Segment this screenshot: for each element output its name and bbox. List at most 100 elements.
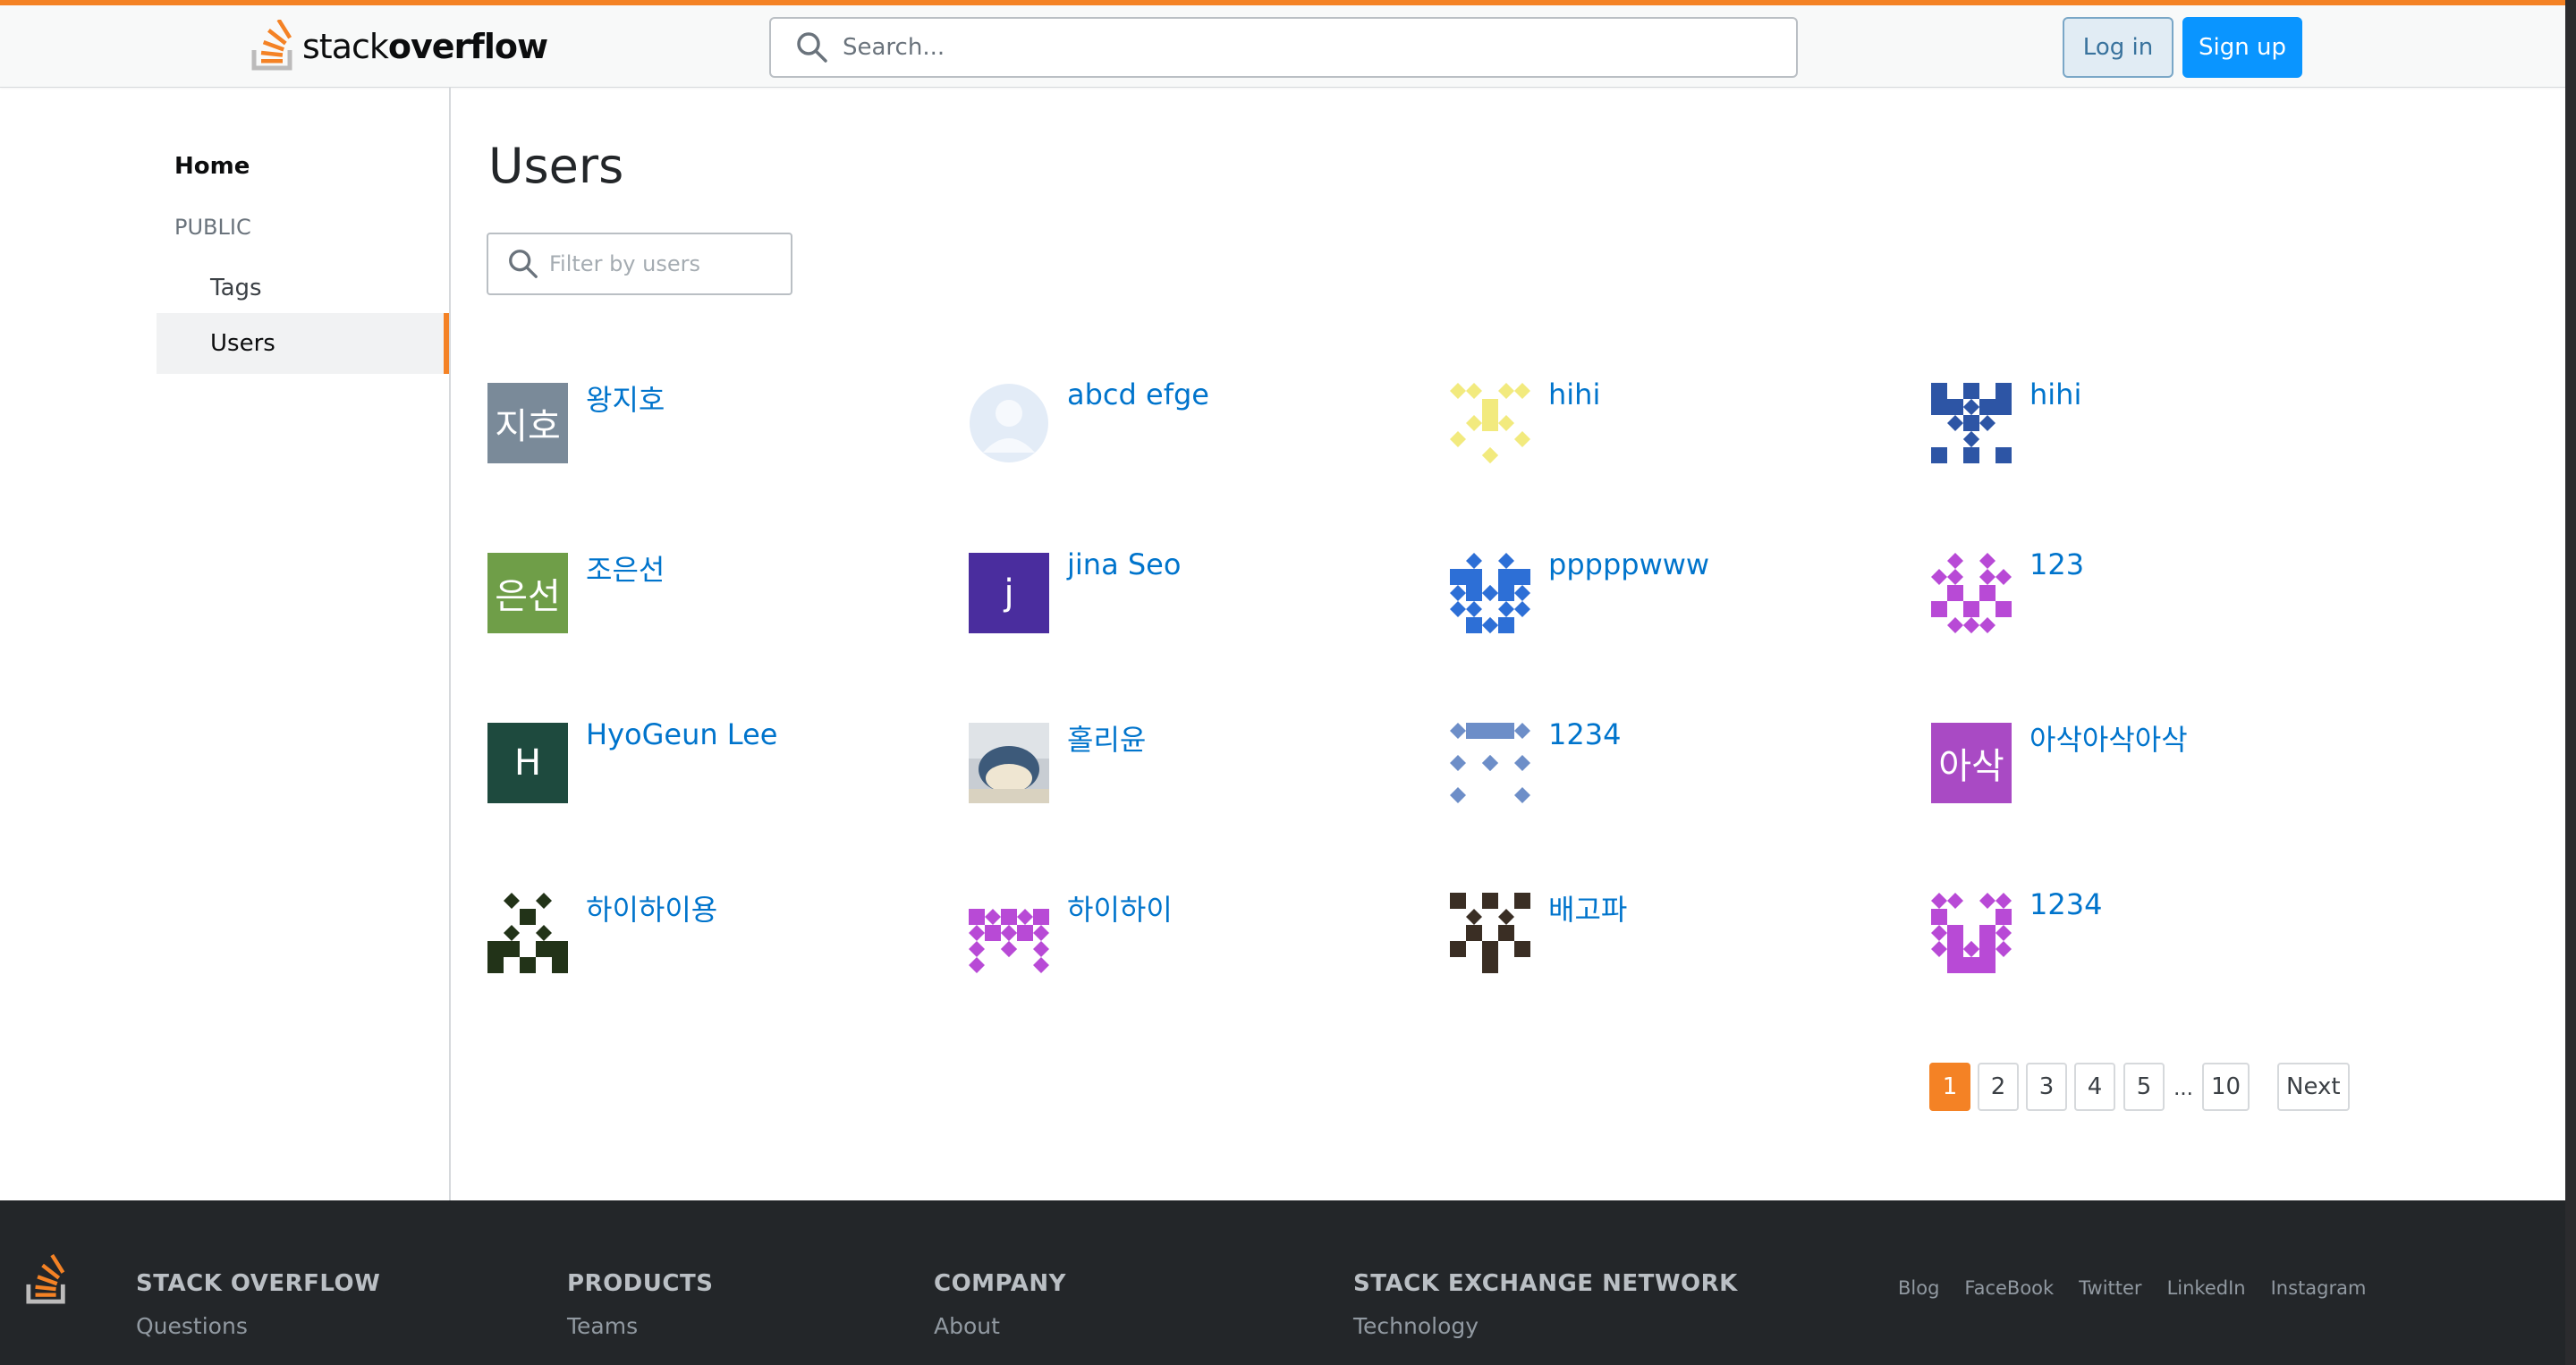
user-avatar[interactable] xyxy=(969,893,1049,973)
stack-overflow-logo-icon[interactable] xyxy=(25,1254,70,1308)
sidebar-item-tags[interactable]: Tags xyxy=(157,258,449,318)
identicon-icon xyxy=(1450,723,1530,803)
user-name-link[interactable]: hihi xyxy=(1548,377,1600,411)
stack-overflow-logo-icon xyxy=(251,20,292,71)
user-photo-icon xyxy=(969,723,1049,803)
footer-link-instagram[interactable]: Instagram xyxy=(2271,1277,2367,1299)
global-search[interactable] xyxy=(769,17,1798,78)
user-card: pppppwww xyxy=(1450,547,1897,642)
identicon-icon xyxy=(969,893,1049,973)
search-icon xyxy=(797,32,827,63)
user-name-link[interactable]: hihi xyxy=(2029,377,2081,411)
footer-link-teams[interactable]: Teams xyxy=(567,1313,713,1339)
sidebar-item-home[interactable]: Home xyxy=(174,136,467,197)
site-footer: STACK OVERFLOW Questions PRODUCTS Teams … xyxy=(0,1200,2565,1365)
user-card: hihi xyxy=(1450,377,1897,472)
footer-heading: COMPANY xyxy=(934,1270,1066,1297)
user-name-link[interactable]: 1234 xyxy=(1548,717,1621,751)
user-card: 지호 왕지호 xyxy=(487,383,935,472)
user-avatar[interactable] xyxy=(969,723,1049,803)
user-avatar[interactable] xyxy=(1450,893,1530,973)
user-avatar[interactable]: H xyxy=(487,723,568,803)
page: stackoverflow Log in Sign up Home PUBLIC… xyxy=(0,0,2565,1365)
user-name-link[interactable]: 하이하이용 xyxy=(586,887,717,928)
user-filter[interactable] xyxy=(487,233,792,295)
user-name-link[interactable]: 아삭아삭아삭 xyxy=(2029,717,2188,759)
footer-link-linkedin[interactable]: LinkedIn xyxy=(2167,1277,2246,1299)
user-name-link[interactable]: 123 xyxy=(2029,547,2084,581)
footer-link-questions[interactable]: Questions xyxy=(136,1313,380,1339)
user-card: 123 xyxy=(1931,547,2378,642)
identicon-icon xyxy=(1931,383,2012,463)
page-3-button[interactable]: 3 xyxy=(2026,1063,2067,1111)
user-card: H HyoGeun Lee xyxy=(487,717,935,812)
user-name-link[interactable]: 조은선 xyxy=(586,547,665,589)
user-card: 배고파 xyxy=(1450,893,1897,982)
window-edge xyxy=(2565,0,2576,1365)
sidebar-item-users[interactable]: Users xyxy=(157,313,449,374)
signup-button[interactable]: Sign up xyxy=(2182,17,2302,78)
user-name-link[interactable]: pppppwww xyxy=(1548,547,1709,581)
user-card: 하이하이용 xyxy=(487,893,935,982)
search-input[interactable] xyxy=(843,34,1782,61)
user-name-link[interactable]: jina Seo xyxy=(1067,547,1181,581)
user-avatar[interactable]: 아삭 xyxy=(1931,723,2012,803)
site-logo[interactable]: stackoverflow xyxy=(250,18,548,75)
user-name-link[interactable]: 왕지호 xyxy=(586,377,665,419)
user-avatar[interactable] xyxy=(1450,553,1530,633)
user-avatar[interactable] xyxy=(487,893,568,973)
user-avatar[interactable] xyxy=(969,383,1049,463)
user-name-link[interactable]: 홀리윤 xyxy=(1067,717,1146,759)
user-avatar[interactable]: j xyxy=(969,553,1049,633)
user-avatar[interactable] xyxy=(1931,553,2012,633)
user-name-link[interactable]: 하이하이 xyxy=(1067,887,1173,928)
identicon-icon xyxy=(1931,553,2012,633)
user-card: abcd efge xyxy=(969,377,1416,472)
sidebar-section-public: PUBLIC xyxy=(174,215,251,240)
footer-link-about[interactable]: About xyxy=(934,1313,1066,1339)
user-card: 홀리윤 xyxy=(969,723,1416,812)
left-sidebar: Home PUBLIC Tags Users xyxy=(0,88,451,1200)
page-10-button[interactable]: 10 xyxy=(2202,1063,2250,1111)
page-1-button[interactable]: 1 xyxy=(1929,1063,1970,1111)
footer-col-products: PRODUCTS Teams xyxy=(567,1270,713,1339)
user-card: 1234 xyxy=(1931,887,2378,982)
footer-link-blog[interactable]: Blog xyxy=(1898,1277,1939,1299)
search-icon xyxy=(509,250,538,278)
footer-link-technology[interactable]: Technology xyxy=(1353,1313,1738,1339)
user-name-link[interactable]: 1234 xyxy=(2029,887,2102,921)
footer-link-facebook[interactable]: FaceBook xyxy=(1964,1277,2054,1299)
top-bar: stackoverflow Log in Sign up xyxy=(0,0,2565,88)
user-name-link[interactable]: HyoGeun Lee xyxy=(586,717,777,751)
user-card: 1234 xyxy=(1450,717,1897,812)
footer-heading: PRODUCTS xyxy=(567,1270,714,1297)
login-button[interactable]: Log in xyxy=(2063,17,2174,78)
page-2-button[interactable]: 2 xyxy=(1978,1063,2019,1111)
user-name-link[interactable]: abcd efge xyxy=(1067,377,1209,411)
user-avatar[interactable] xyxy=(1450,383,1530,463)
footer-link-twitter[interactable]: Twitter xyxy=(2079,1277,2141,1299)
next-page-button[interactable]: Next xyxy=(2277,1063,2350,1111)
user-avatar[interactable] xyxy=(1931,383,2012,463)
footer-col-stack-exchange: STACK EXCHANGE NETWORK Technology xyxy=(1353,1270,1738,1339)
page-5-button[interactable]: 5 xyxy=(2123,1063,2165,1111)
footer-social-links: Blog FaceBook Twitter LinkedIn Instagram xyxy=(1898,1277,2366,1299)
user-avatar[interactable]: 은선 xyxy=(487,553,568,633)
user-card: 하이하이 xyxy=(969,893,1416,982)
identicon-icon xyxy=(1450,893,1530,973)
logo-text: stackoverflow xyxy=(302,27,548,66)
main-content: Users 지호왕지호 abcd efgehihihihi은선조은선jjina … xyxy=(453,88,2563,1200)
user-avatar[interactable] xyxy=(1450,723,1530,803)
page-4-button[interactable]: 4 xyxy=(2074,1063,2115,1111)
user-avatar[interactable] xyxy=(1931,893,2012,973)
user-card: hihi xyxy=(1931,377,2378,472)
pagination-ellipsis: ... xyxy=(2174,1072,2193,1100)
filter-users-input[interactable] xyxy=(549,251,782,276)
user-name-link[interactable]: 배고파 xyxy=(1548,887,1627,928)
user-card: j jina Seo xyxy=(969,547,1416,642)
page-title: Users xyxy=(488,138,624,194)
identicon-icon xyxy=(1931,893,2012,973)
footer-col-stack-overflow: STACK OVERFLOW Questions xyxy=(136,1270,380,1339)
footer-col-company: COMPANY About xyxy=(934,1270,1066,1339)
user-avatar[interactable]: 지호 xyxy=(487,383,568,463)
